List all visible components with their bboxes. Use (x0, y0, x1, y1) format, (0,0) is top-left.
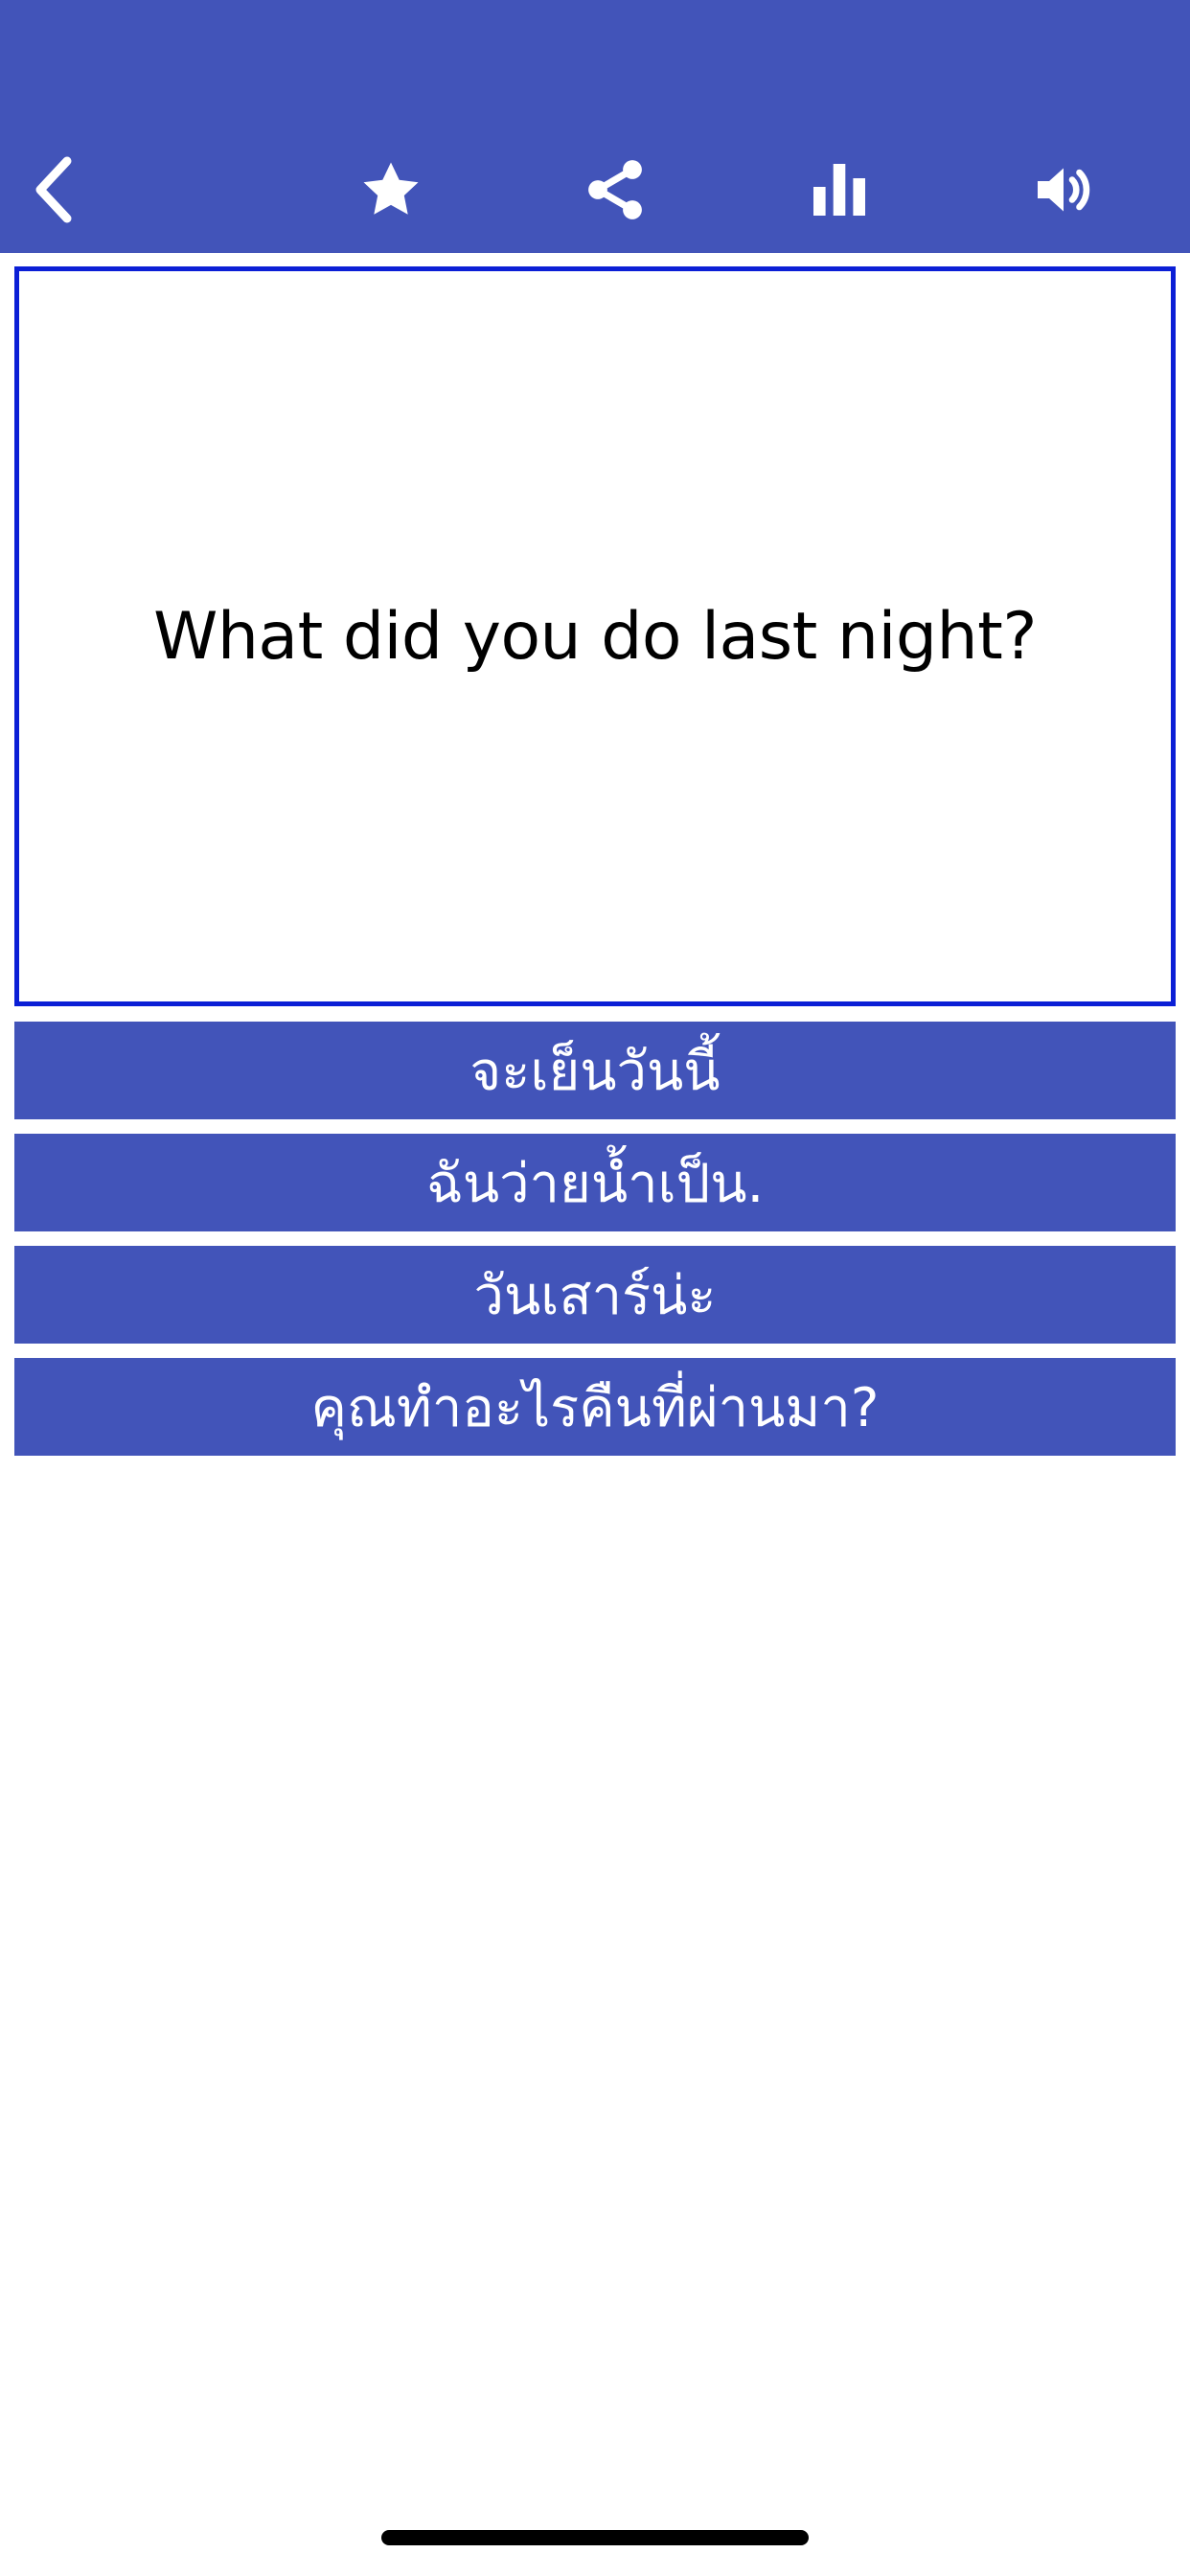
speaker-icon (1038, 168, 1090, 212)
answer-option-1[interactable]: จะเย็นวันนี้ (14, 1022, 1176, 1119)
star-icon (363, 162, 419, 215)
home-indicator[interactable] (381, 2530, 809, 2545)
question-text: What did you do last night? (153, 598, 1037, 675)
answer-option-2[interactable]: ฉันว่ายน้ำเป็น. (14, 1134, 1176, 1231)
question-card: What did you do last night? (14, 266, 1176, 1006)
statistics-button[interactable] (793, 144, 885, 236)
share-button[interactable] (569, 144, 661, 236)
back-chevron-icon (35, 156, 72, 223)
answer-option-4[interactable]: คุณทำอะไรคืนที่ผ่านมา? (14, 1358, 1176, 1456)
answer-option-3[interactable]: วันเสาร์น่ะ (14, 1246, 1176, 1344)
play-audio-button[interactable] (1018, 144, 1110, 236)
share-icon (588, 160, 642, 219)
favorite-button[interactable] (345, 144, 437, 236)
bar-chart-icon (813, 164, 865, 216)
back-button[interactable] (10, 144, 102, 236)
top-toolbar (0, 0, 1190, 253)
